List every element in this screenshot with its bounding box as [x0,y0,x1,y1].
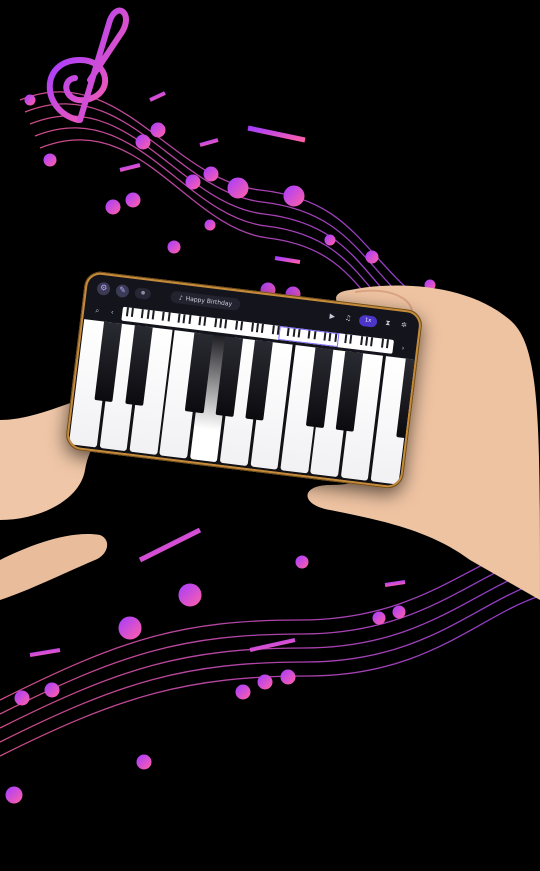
song-title: Happy Birthday [185,294,233,308]
metronome-icon[interactable]: ⧗ [382,318,393,328]
mini-black-key [380,338,384,348]
chevron-right-icon[interactable]: › [398,344,409,353]
mini-black-key [161,311,166,321]
mini-black-key [360,335,364,346]
mini-black-key [198,316,202,326]
song-selector[interactable]: ♪ Happy Birthday [170,290,241,311]
mini-black-key [271,325,275,335]
mini-black-key [177,313,181,323]
mini-black-key [151,310,155,320]
speed-label: 1x [364,317,372,325]
chevron-left-icon[interactable]: ‹ [107,308,118,317]
record-icon: ● [140,289,146,297]
mini-black-key [125,307,129,317]
top-music-notes [24,91,436,302]
gear-icon[interactable]: ✲ [398,320,409,330]
note-icon[interactable]: ♫ [343,314,354,323]
mini-black-key [255,323,259,333]
mini-black-key [349,334,353,344]
mini-black-key [386,339,390,349]
settings-icon[interactable]: ⚙ [96,280,111,296]
mini-black-key [224,319,228,329]
speed-toggle[interactable]: 1x [358,314,378,328]
mini-black-key [203,316,207,326]
mini-black-key [167,312,171,322]
music-note-icon: ♪ [178,293,184,302]
record-button[interactable]: ● [134,286,152,300]
piano-app-screen: ⚙ ✎ ● ♪ Happy Birthday ▶ ♫ 1x ⧗ ✲ ⌕ ‹ › [67,273,421,487]
mini-black-key [130,307,134,317]
zoom-icon[interactable]: ⌕ [92,306,103,316]
mini-black-key [234,320,239,330]
mini-black-key [214,318,218,328]
mini-black-key [141,309,145,319]
mini-black-key [188,314,192,325]
mini-black-key [370,337,374,347]
edit-icon[interactable]: ✎ [115,283,130,298]
mini-black-key [365,336,369,346]
mini-black-key [240,321,244,331]
play-icon[interactable]: ▶ [327,312,338,321]
mini-black-key [146,309,150,319]
mini-black-key [344,334,348,344]
mini-black-key [182,314,186,324]
mini-black-key [260,323,265,333]
mini-black-key [250,322,254,332]
mini-black-key [219,318,223,328]
